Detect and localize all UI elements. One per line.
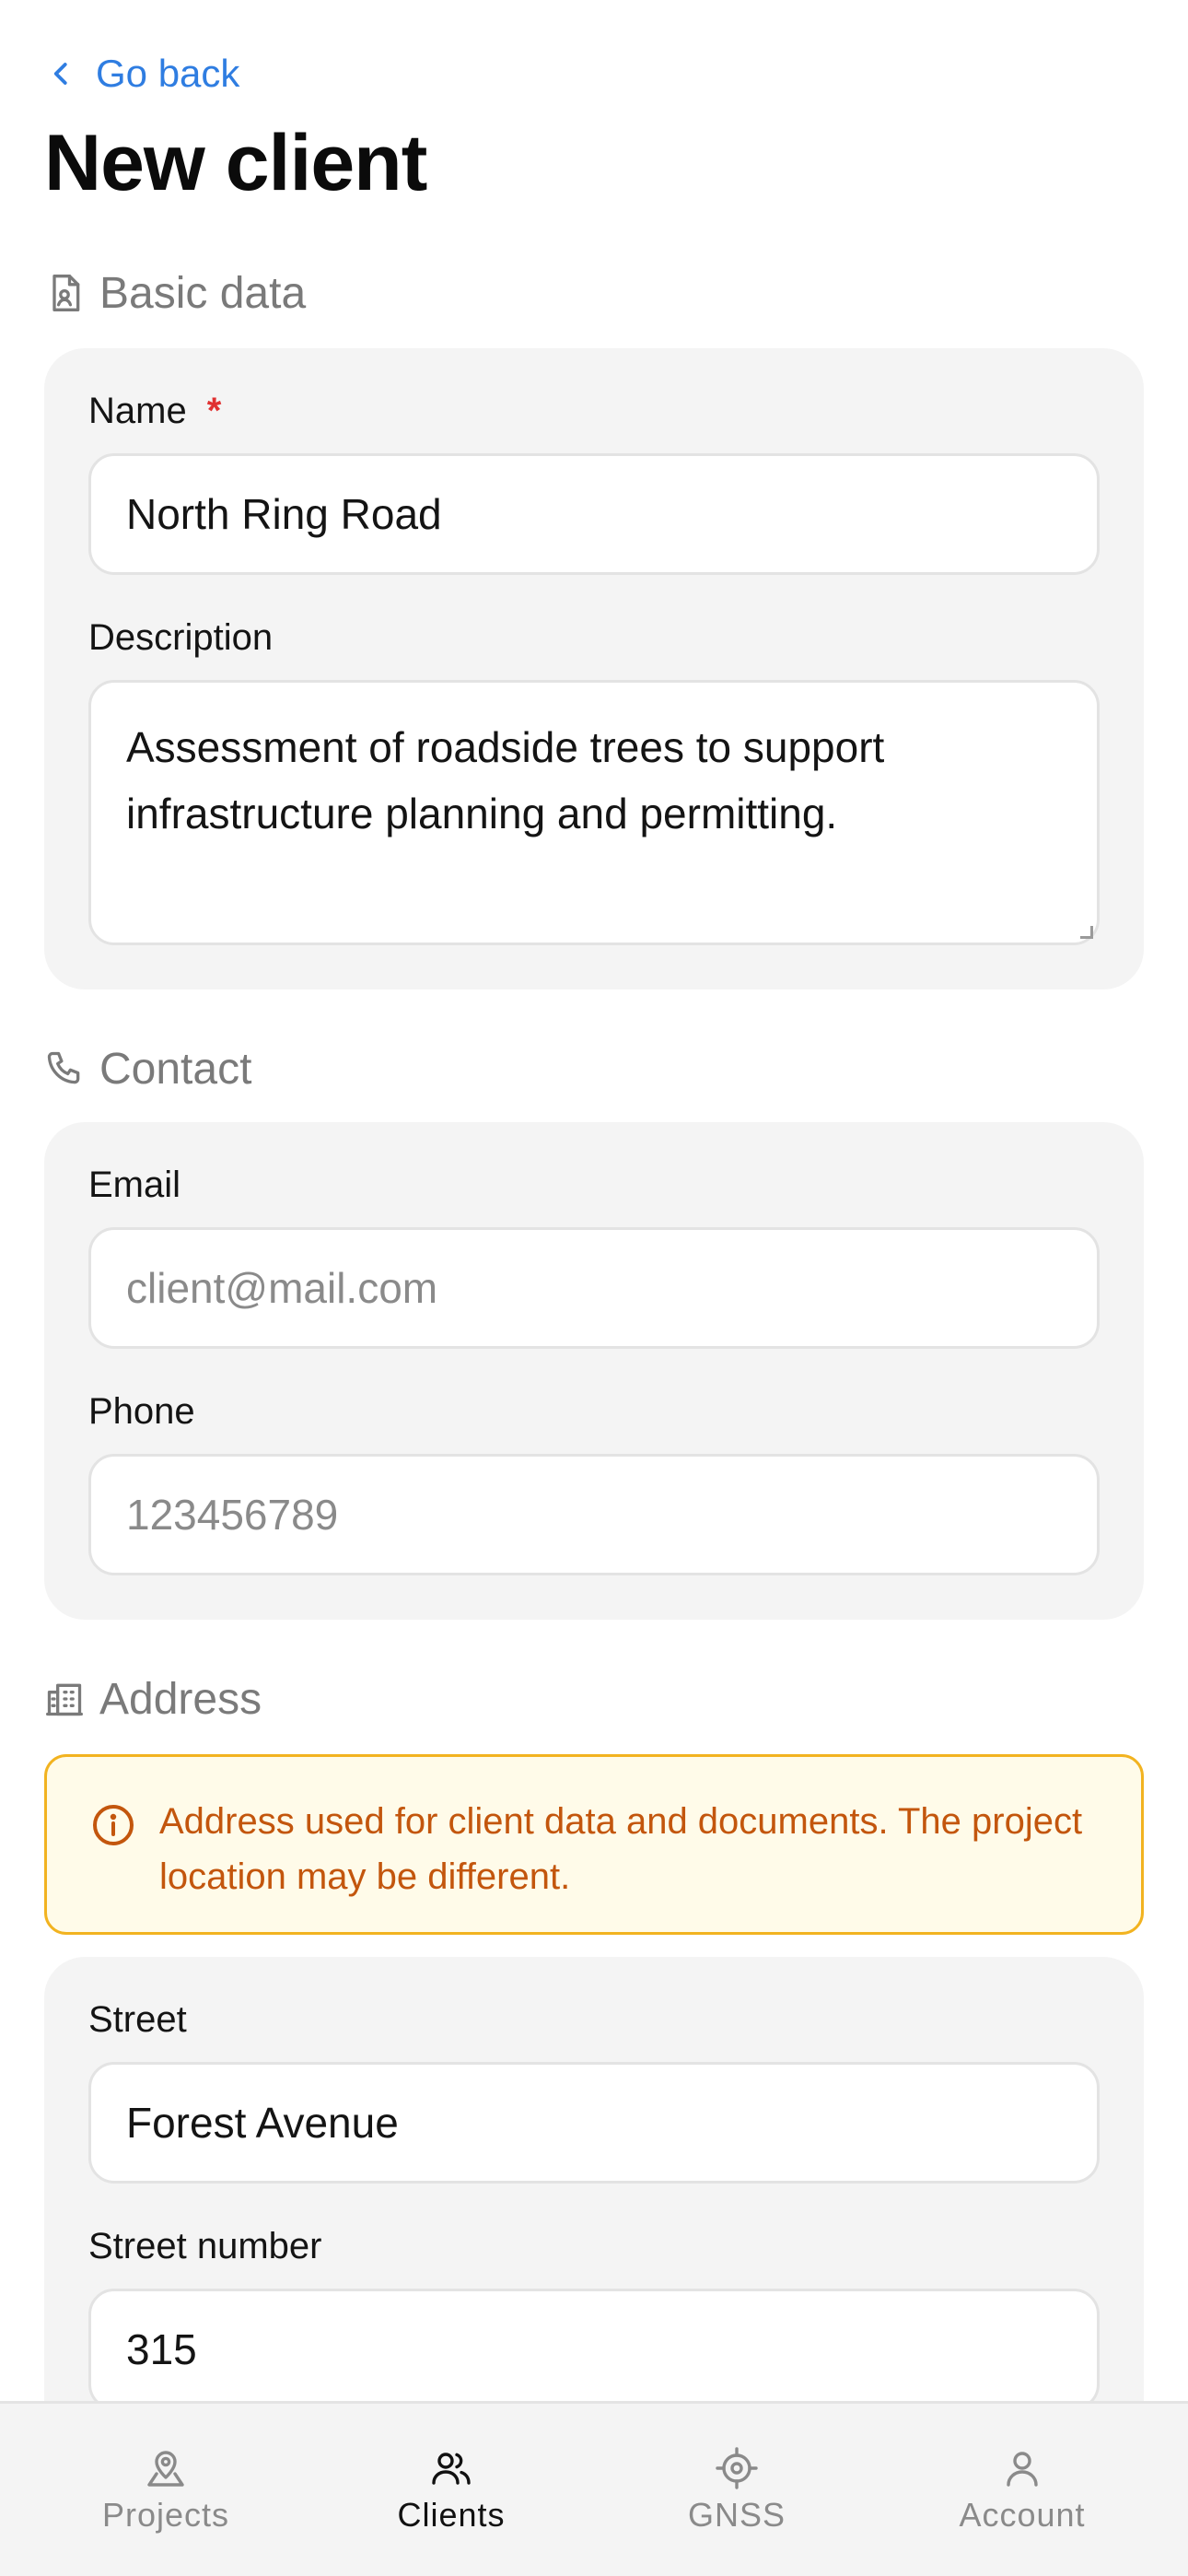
description-textarea[interactable]: Assessment of roadside trees to support … [88,680,1100,945]
tab-projects-label: Projects [101,2496,230,2534]
tab-projects[interactable]: Projects [18,2404,313,2576]
building-icon [46,1683,83,1716]
section-basic-data: Basic data [44,263,306,322]
resize-handle[interactable] [1080,926,1093,939]
users-icon [432,2453,471,2485]
map-pin-icon [147,2451,184,2487]
email-input[interactable]: client@mail.com [88,1227,1100,1349]
name-label: Name * [88,391,221,432]
tab-account[interactable]: Account [875,2404,1170,2576]
section-contact: Contact [44,1039,251,1098]
section-address: Address [44,1669,262,1728]
bottom-tab-bar: Projects Clients GNSS Account [0,2401,1188,2576]
page-title: New client [44,119,427,207]
street-number-label: Street number [88,2226,322,2266]
crosshair-icon [716,2447,758,2489]
street-input[interactable]: Forest Avenue [88,2062,1100,2184]
tab-gnss[interactable]: GNSS [589,2404,884,2576]
description-label: Description [88,617,274,658]
section-contact-title: Contact [99,1044,252,1094]
street-label: Street [88,1999,187,2040]
go-back-link[interactable]: Go back [48,44,239,103]
phone-icon [47,1051,80,1084]
basic-data-card: Name * North Ring Road Description Assess… [44,348,1144,989]
new-client-screen: Go back New client Basic data Name * Nort… [0,0,1188,2576]
contact-card: Email client@mail.com Phone 123456789 [44,1122,1144,1620]
email-label: Email [88,1165,181,1205]
tab-account-label: Account [959,2496,1086,2534]
tab-clients[interactable]: Clients [304,2404,599,2576]
go-back-label: Go back [96,52,240,95]
address-notice: Address used for client data and documen… [44,1754,1144,1935]
description-text: Assessment of roadside trees to support … [126,723,885,837]
required-asterisk: * [206,391,222,431]
user-icon [1007,2452,1038,2487]
address-card: Street Forest Avenue Street number 315 [44,1957,1144,2473]
contact-card-icon [52,275,80,311]
section-address-title: Address [99,1674,262,1724]
name-input[interactable]: North Ring Road [88,453,1100,575]
address-notice-text: Address used for client data and documen… [159,1801,1083,1897]
chevron-left-icon [53,63,67,85]
street-number-input[interactable]: 315 [88,2289,1100,2410]
section-basic-data-title: Basic data [99,268,307,318]
tab-gnss-label: GNSS [687,2496,786,2534]
name-label-text: Name [88,391,187,431]
phone-label: Phone [88,1391,195,1432]
info-icon [93,1805,134,1845]
tab-clients-label: Clients [397,2496,506,2534]
phone-input[interactable]: 123456789 [88,1454,1100,1575]
